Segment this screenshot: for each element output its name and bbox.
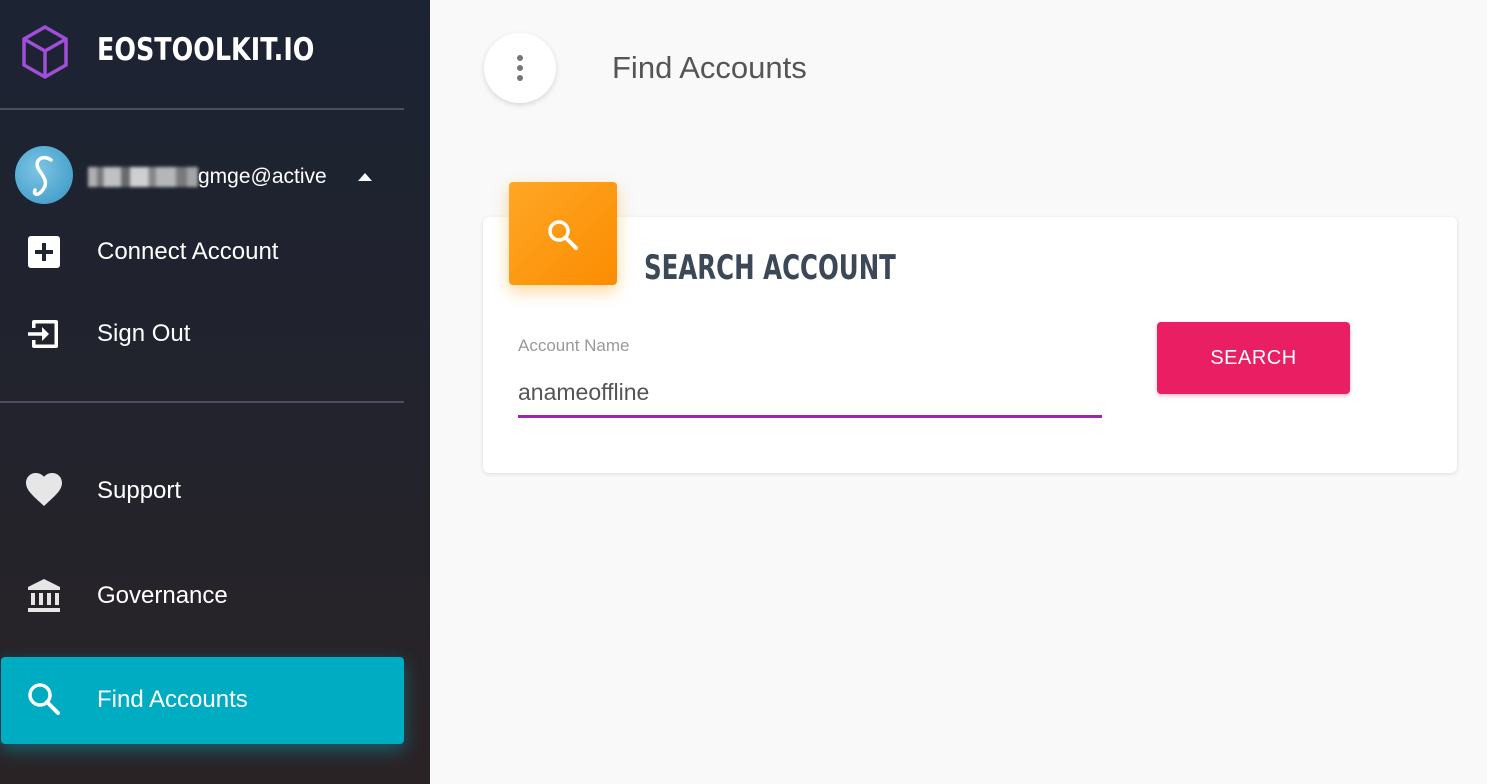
sidebar-item-label: Governance	[97, 582, 228, 609]
more-vert-icon	[517, 75, 523, 81]
redacted-username	[88, 167, 198, 187]
cube-logo-icon	[22, 24, 68, 80]
user-account-label: gmge@active	[198, 165, 327, 188]
more-vert-icon	[517, 55, 523, 61]
user-account-toggle[interactable]: gmge@active	[0, 140, 430, 212]
avatar	[15, 146, 73, 204]
more-menu-button[interactable]	[484, 33, 556, 103]
avatar-glyph-icon	[32, 155, 53, 196]
sidebar-item-connect-account[interactable]: Connect Account	[0, 216, 404, 288]
sidebar-item-find-accounts[interactable]: Find Accounts	[1, 657, 404, 744]
logo[interactable]: EOSTOOLKIT.IO	[0, 0, 430, 108]
heart-icon	[26, 473, 62, 506]
page-title: Find Accounts	[612, 50, 807, 85]
caret-up-icon	[358, 173, 372, 181]
account-name-label: Account Name	[518, 336, 630, 355]
sidebar-item-label: Support	[97, 477, 182, 504]
sidebar-divider	[0, 401, 404, 403]
plus-box-icon	[28, 236, 60, 268]
bank-icon	[28, 579, 60, 612]
search-icon	[548, 220, 578, 250]
account-name-input[interactable]	[518, 370, 1102, 418]
search-icon	[28, 683, 60, 715]
sidebar: EOSTOOLKIT.IO gmge@active Connect Accoun…	[0, 0, 430, 784]
sidebar-item-support[interactable]: Support	[0, 455, 404, 527]
sidebar-item-label: Connect Account	[97, 238, 279, 265]
sidebar-item-governance[interactable]: Governance	[0, 560, 404, 632]
logo-text: EOSTOOLKIT.IO	[97, 32, 315, 68]
card-title: SEARCH ACCOUNT	[644, 248, 896, 288]
sidebar-item-label: Sign Out	[97, 320, 191, 347]
search-button[interactable]: SEARCH	[1157, 322, 1350, 394]
sidebar-item-label: Find Accounts	[97, 686, 248, 713]
sidebar-item-sign-out[interactable]: Sign Out	[0, 298, 404, 370]
card-header-icon	[509, 182, 617, 285]
sidebar-divider	[0, 108, 404, 110]
exit-icon	[28, 320, 58, 348]
more-vert-icon	[517, 65, 523, 71]
